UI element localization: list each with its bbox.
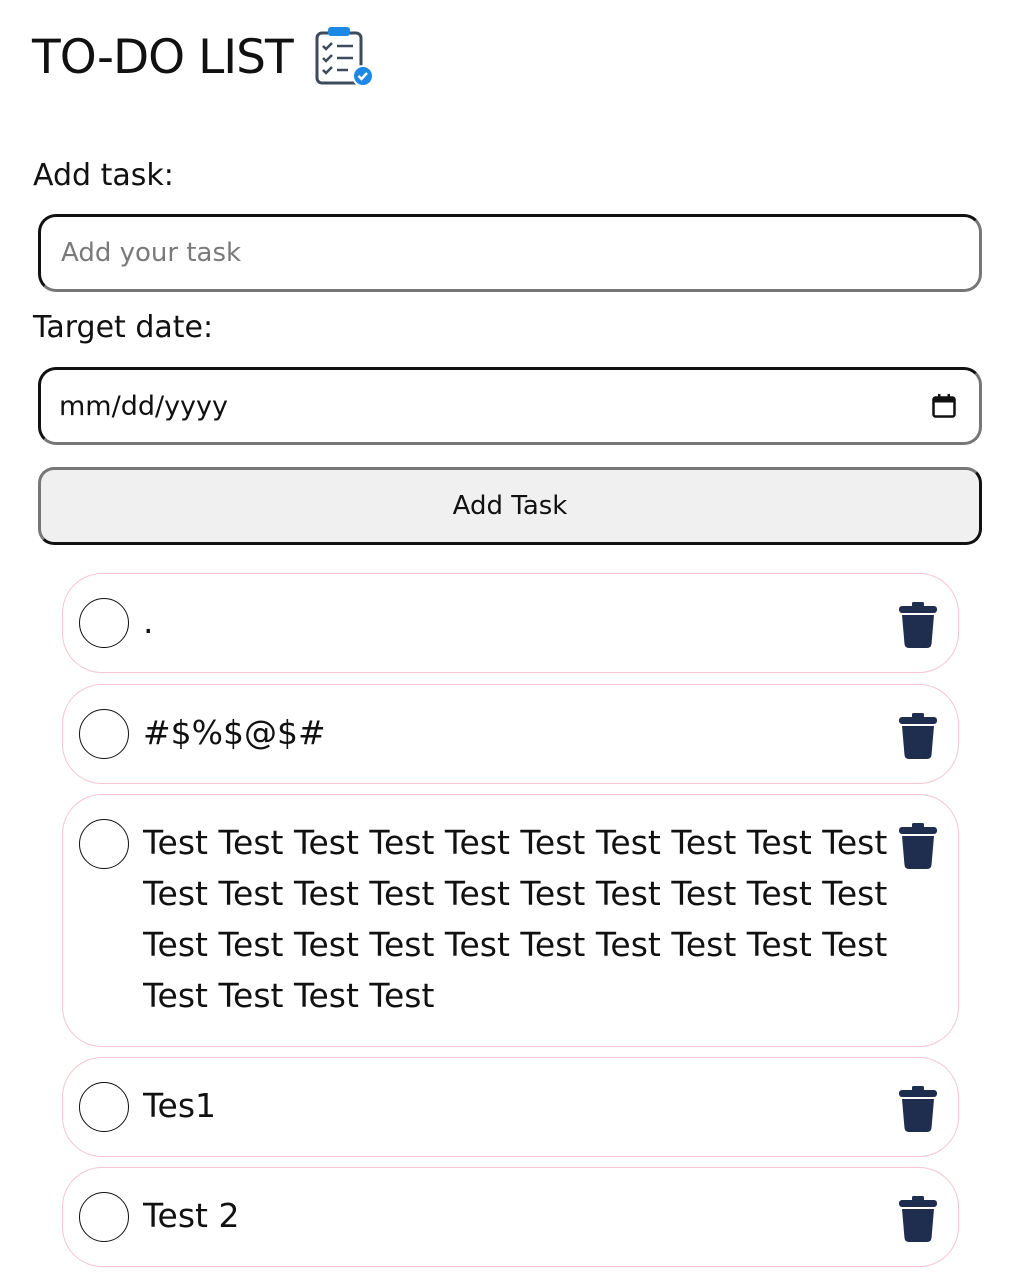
trash-icon[interactable] <box>898 713 938 759</box>
task-item: Test Test Test Test Test Test Test Test … <box>62 794 959 1047</box>
task-input-wrapper <box>38 214 982 292</box>
task-checkbox[interactable] <box>79 1192 129 1242</box>
task-checkbox[interactable] <box>79 1082 129 1132</box>
task-text: . <box>143 602 154 641</box>
task-checkbox[interactable] <box>79 819 129 869</box>
task-text: Tes1 <box>143 1086 217 1125</box>
add-task-button[interactable]: Add Task <box>38 467 982 545</box>
trash-icon[interactable] <box>898 1196 938 1242</box>
trash-icon[interactable] <box>898 823 938 869</box>
trash-icon[interactable] <box>898 602 938 648</box>
task-checkbox[interactable] <box>79 709 129 759</box>
task-item: Test 2 <box>62 1167 959 1267</box>
task-input[interactable] <box>59 237 961 269</box>
task-text: Test 2 <box>143 1196 240 1235</box>
task-text: Test Test Test Test Test Test Test Test … <box>143 823 888 1015</box>
task-text: #$%$@$# <box>143 713 326 752</box>
clipboard-checklist-icon <box>315 26 375 88</box>
page-title: TO-DO LIST <box>32 29 294 85</box>
add-task-label: Add task: <box>33 158 174 193</box>
task-item: #$%$@$# <box>62 684 959 784</box>
task-item: . <box>62 573 959 673</box>
calendar-icon[interactable] <box>931 393 957 419</box>
task-checkbox[interactable] <box>79 598 129 648</box>
task-item: Tes1 <box>62 1057 959 1157</box>
trash-icon[interactable] <box>898 1086 938 1132</box>
target-date-label: Target date: <box>33 310 214 345</box>
app-header: TO-DO LIST <box>32 22 375 92</box>
date-input-value: mm/dd/yyyy <box>59 390 228 422</box>
date-input[interactable]: mm/dd/yyyy <box>38 367 982 445</box>
